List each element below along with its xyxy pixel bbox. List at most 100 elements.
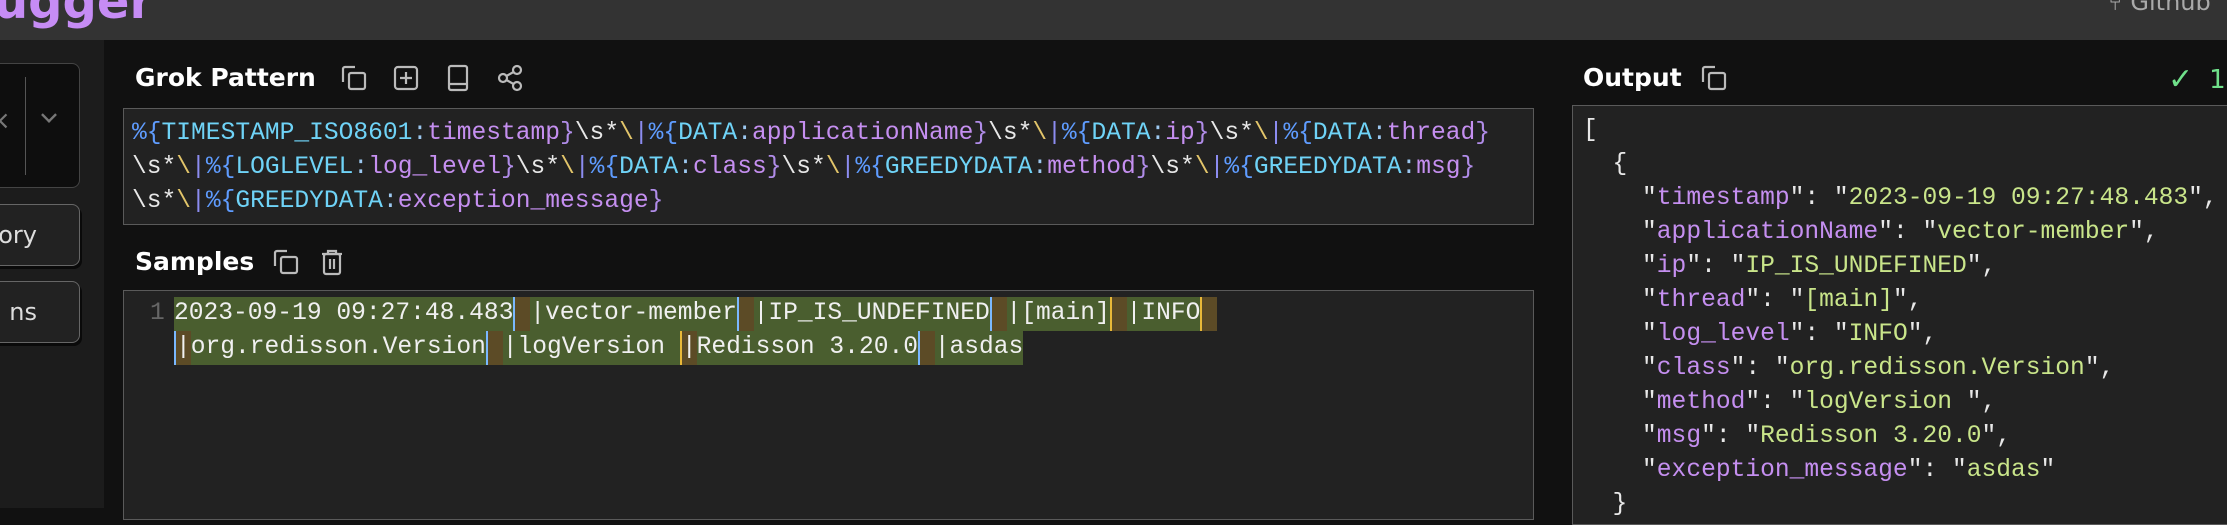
github-label: Github [2130, 0, 2211, 16]
clear-icon[interactable]: × [0, 106, 11, 136]
trash-icon[interactable] [318, 248, 346, 276]
quote: ": " [1730, 355, 1790, 382]
pattern-token: DATA [678, 120, 738, 147]
samples-header: Samples [135, 247, 346, 276]
pattern-token: } [766, 154, 782, 181]
pattern-token: %{ [205, 188, 236, 215]
quote: ": " [1789, 185, 1849, 212]
pattern-token: DATA [1091, 120, 1151, 147]
quote: ", [2084, 355, 2115, 382]
pattern-token: \ [1194, 154, 1210, 181]
quote: " [1583, 253, 1657, 280]
add-icon[interactable] [392, 64, 420, 92]
json-value: 2023-09-19 09:27:48.483 [1848, 185, 2189, 212]
quote: " [1583, 219, 1657, 246]
samples-editor[interactable]: 1 2023-09-19 09:27:48.483 |vector-member… [123, 290, 1534, 520]
json-field: "class": "org.redisson.Version", [1583, 352, 2227, 386]
pattern-token: \s* [574, 120, 620, 147]
top-bar: ugger ⑂ Github [0, 0, 2227, 40]
pattern-token: : [1150, 120, 1166, 147]
pattern-token: | [1268, 120, 1284, 147]
sample-line: | org.redisson.Version |logVersion | Redis… [174, 331, 1024, 365]
pattern-token: : [1401, 154, 1417, 181]
quote: " [1583, 389, 1657, 416]
samples-title: Samples [135, 247, 255, 276]
json-field: "msg": "Redisson 3.20.0", [1583, 420, 2227, 454]
pattern-select[interactable]: × [0, 63, 80, 188]
pattern-token: } [648, 188, 664, 215]
pattern-token: \ [560, 154, 575, 181]
pattern-token: : [382, 188, 398, 215]
check-icon: ✓ [2168, 62, 2194, 97]
json-field: "exception_message": "asdas" [1583, 454, 2227, 488]
pattern-token: \s* [515, 154, 561, 181]
pattern-token: %{ [205, 154, 236, 181]
divider [25, 77, 26, 175]
pattern-token: \ [1253, 120, 1269, 147]
json-line: } [1583, 491, 1628, 518]
json-key: ip [1656, 253, 1687, 280]
github-icon: ⑂ [2108, 0, 2123, 16]
pattern-token: exception_message [397, 188, 649, 215]
matched-separator [917, 331, 935, 365]
quote: ", [1907, 321, 1938, 348]
json-value: vector-member [1937, 219, 2130, 246]
matched-separator: | [174, 331, 191, 365]
pattern-token: \ [619, 120, 634, 147]
quote: ", [1966, 253, 1997, 280]
matched-field: |vector-member [530, 297, 737, 331]
pattern-token: } [560, 120, 575, 147]
grok-pattern-editor[interactable]: %{TIMESTAMP_ISO8601:timestamp}\s*\|%{DAT… [123, 108, 1534, 225]
line-number: 1 [150, 300, 165, 327]
json-value: logVersion [1804, 389, 1967, 416]
matched-separator [485, 331, 503, 365]
matched-field: |asdas [934, 331, 1024, 365]
copy-icon[interactable] [340, 64, 368, 92]
json-key: method [1656, 389, 1746, 416]
pattern-token: \ [1032, 120, 1048, 147]
pattern-token: } [1194, 120, 1210, 147]
json-value: org.redisson.Version [1789, 355, 2085, 382]
pattern-token: \s* [132, 188, 177, 215]
pattern-token: GREEDYDATA [1253, 154, 1402, 181]
pattern-token: : [353, 154, 369, 181]
history-button[interactable]: tory [0, 204, 80, 266]
patterns-button[interactable]: ns [0, 281, 80, 343]
grok-pattern-title: Grok Pattern [135, 63, 316, 92]
pattern-token: GREEDYDATA [235, 188, 383, 215]
pattern-token: %{ [132, 120, 162, 147]
pattern-token: \ [176, 154, 192, 181]
book-icon[interactable] [444, 64, 472, 92]
pattern-token: | [191, 188, 206, 215]
matched-field: |[main] [1006, 297, 1110, 331]
pattern-token: \s* [132, 154, 177, 181]
matched-separator [513, 297, 531, 331]
chevron-down-icon[interactable] [41, 107, 57, 123]
pattern-token: | [574, 154, 590, 181]
github-link[interactable]: ⑂ Github [2108, 0, 2211, 16]
json-field: "thread": "[main]", [1583, 284, 2227, 318]
pattern-token: | [1209, 154, 1225, 181]
matched-field: |IP_IS_UNDEFINED [753, 297, 990, 331]
pattern-token: | [191, 154, 206, 181]
quote: ": " [1878, 219, 1938, 246]
pattern-token: \s* [781, 154, 826, 181]
quote: ": " [1745, 287, 1805, 314]
json-key: timestamp [1656, 185, 1790, 212]
quote: " [1583, 457, 1657, 484]
matched-field: org.redisson.Version [190, 331, 486, 365]
pattern-token: %{ [648, 120, 679, 147]
sidebar: × tory ns [0, 40, 104, 508]
json-value: Redisson 3.20.0 [1760, 423, 1982, 450]
copy-icon[interactable] [272, 248, 300, 276]
pattern-token: } [1475, 120, 1491, 147]
copy-icon[interactable] [1700, 64, 1728, 92]
pattern-token: \ [176, 188, 192, 215]
pattern-token: ip [1165, 120, 1195, 147]
pattern-token: } [1460, 154, 1476, 181]
json-key: applicationName [1656, 219, 1879, 246]
share-icon[interactable] [496, 64, 524, 92]
quote: ", [1981, 423, 2012, 450]
pattern-token: | [633, 120, 649, 147]
quote: ", [1966, 389, 1997, 416]
